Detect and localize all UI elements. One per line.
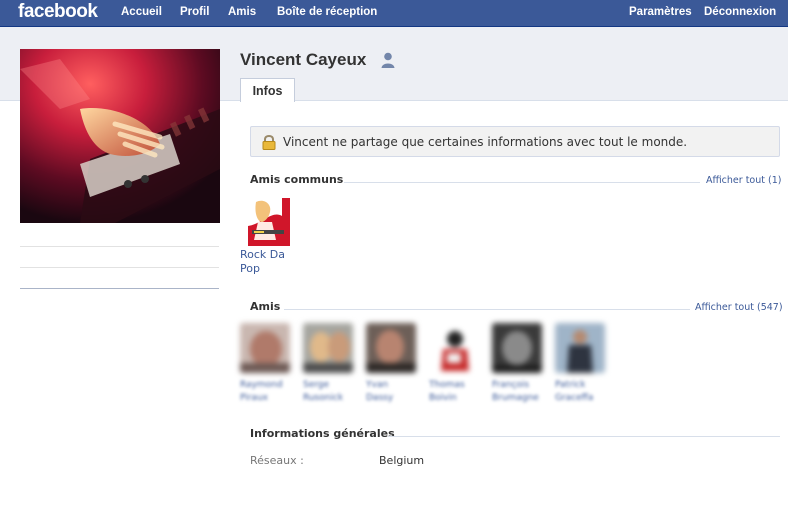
networks-value: Belgium [379, 454, 425, 467]
left-divider [20, 267, 219, 268]
friend-name[interactable]: Thomas Boivin [429, 379, 481, 405]
friend-picture[interactable] [240, 323, 290, 373]
section-divider [344, 182, 700, 183]
friends-see-all-link[interactable]: Afficher tout (547) [695, 302, 783, 313]
friend-name[interactable]: Patrick Graceffa [555, 379, 607, 405]
nav-inbox[interactable]: Boîte de réception [277, 6, 377, 18]
section-divider [388, 436, 780, 437]
profile-name: Vincent Cayeux [240, 50, 367, 69]
privacy-notice: Vincent ne partage que certaines informa… [250, 126, 780, 157]
nav-settings[interactable]: Paramètres [629, 6, 692, 18]
networks-label: Réseaux : [250, 454, 304, 467]
profile-photo-image [20, 49, 220, 223]
profile-picture[interactable] [20, 49, 220, 223]
privacy-notice-text: Vincent ne partage que certaines informa… [283, 135, 688, 149]
add-friend-icon[interactable] [379, 51, 397, 72]
friend-picture[interactable] [555, 323, 605, 373]
friend-tile[interactable]: Raymond Piraux [240, 323, 292, 405]
friends-title: Amis [250, 300, 281, 313]
friend-name[interactable]: Raymond Piraux [240, 379, 292, 405]
mutual-friends-title: Amis communs [250, 173, 344, 186]
friend-tile[interactable]: Thomas Boivin [429, 323, 481, 405]
mutual-friend-name[interactable]: Rock Da Pop [240, 248, 295, 276]
nav-amis[interactable]: Amis [228, 6, 256, 18]
friend-picture[interactable] [492, 323, 542, 373]
friend-tile[interactable]: Patrick Graceffa [555, 323, 607, 405]
friend-picture[interactable] [366, 323, 416, 373]
mutual-friend-picture[interactable] [242, 196, 290, 246]
general-info-title: Informations générales [250, 427, 395, 440]
top-navigation-bar: facebook Accueil Profil Amis Boîte de ré… [0, 0, 788, 27]
facebook-logo[interactable]: facebook [18, 1, 98, 23]
friend-tile[interactable]: François Brumagne [492, 323, 544, 405]
nav-profil[interactable]: Profil [180, 6, 209, 18]
friend-picture[interactable] [303, 323, 353, 373]
left-divider [20, 246, 219, 247]
tab-infos[interactable]: Infos [240, 78, 295, 102]
lock-icon [261, 134, 277, 153]
friend-name[interactable]: Yvan Dassy [366, 379, 418, 405]
friend-name[interactable]: Serge Rusonick [303, 379, 355, 405]
friend-tile[interactable]: Yvan Dassy [366, 323, 418, 405]
friend-name[interactable]: François Brumagne [492, 379, 544, 405]
mutual-friends-see-all-link[interactable]: Afficher tout (1) [706, 175, 781, 186]
left-divider [20, 288, 219, 289]
section-divider [284, 309, 690, 310]
friend-tile[interactable]: Serge Rusonick [303, 323, 355, 405]
nav-logout[interactable]: Déconnexion [704, 6, 776, 18]
friend-picture[interactable] [429, 323, 479, 373]
nav-accueil[interactable]: Accueil [121, 6, 162, 18]
